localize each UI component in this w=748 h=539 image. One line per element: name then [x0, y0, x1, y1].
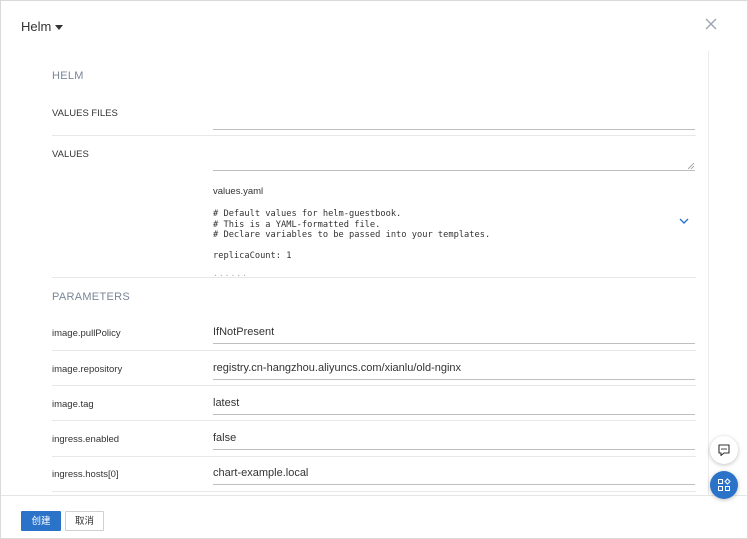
- panel-divider: [708, 51, 709, 495]
- divider: [52, 491, 696, 492]
- param-label-image-pullpolicy: image.pullPolicy: [52, 328, 121, 339]
- divider: [52, 420, 696, 421]
- values-textarea[interactable]: [213, 151, 695, 171]
- values-file-name: values.yaml: [213, 186, 264, 197]
- param-label-ingress-enabled: ingress.enabled: [52, 434, 120, 445]
- values-label: VALUES: [52, 149, 89, 160]
- values-files-label: VALUES FILES: [52, 108, 118, 119]
- values-code-preview: # Default values for helm-guestbook. # T…: [213, 209, 491, 262]
- param-input-ingress-hosts-0[interactable]: chart-example.local: [213, 467, 695, 485]
- divider: [52, 350, 696, 351]
- param-input-ingress-enabled[interactable]: false: [213, 432, 695, 450]
- param-label-ingress-hosts-0: ingress.hosts[0]: [52, 469, 119, 480]
- divider: [52, 135, 696, 136]
- chevron-down-icon[interactable]: [678, 216, 690, 226]
- parameters-section-title: PARAMETERS: [52, 291, 130, 303]
- divider: [52, 456, 696, 457]
- param-input-image-pullpolicy[interactable]: IfNotPresent: [213, 326, 695, 344]
- values-files-input[interactable]: [213, 109, 695, 130]
- param-label-image-repository: image.repository: [52, 364, 123, 375]
- divider: [52, 385, 696, 386]
- dialog-footer: 创建 取消: [1, 495, 747, 538]
- param-label-image-tag: image.tag: [52, 399, 94, 410]
- create-button[interactable]: 创建: [21, 511, 61, 531]
- close-icon[interactable]: [703, 16, 719, 32]
- divider: [52, 277, 696, 278]
- dialog-body[interactable]: HELM VALUES FILES VALUES values.yaml # D…: [21, 51, 727, 495]
- cancel-button[interactable]: 取消: [65, 511, 104, 531]
- param-input-image-tag[interactable]: latest: [213, 397, 695, 415]
- helm-dropdown-label: Helm: [21, 19, 52, 34]
- helm-dropdown[interactable]: Helm: [21, 19, 64, 34]
- apps-button[interactable]: [710, 471, 738, 499]
- helm-section-title: HELM: [52, 70, 84, 82]
- chat-icon: [718, 444, 730, 457]
- dialog-header: Helm: [1, 1, 747, 51]
- apps-grid-icon: [718, 478, 731, 491]
- resize-handle-icon[interactable]: [688, 163, 694, 169]
- caret-down-icon: [55, 24, 64, 30]
- param-input-image-repository[interactable]: registry.cn-hangzhou.aliyuncs.com/xianlu…: [213, 362, 695, 380]
- feedback-button[interactable]: [710, 436, 738, 464]
- helm-dialog: Helm HELM VALUES FILES VALUES values.yam…: [0, 0, 748, 539]
